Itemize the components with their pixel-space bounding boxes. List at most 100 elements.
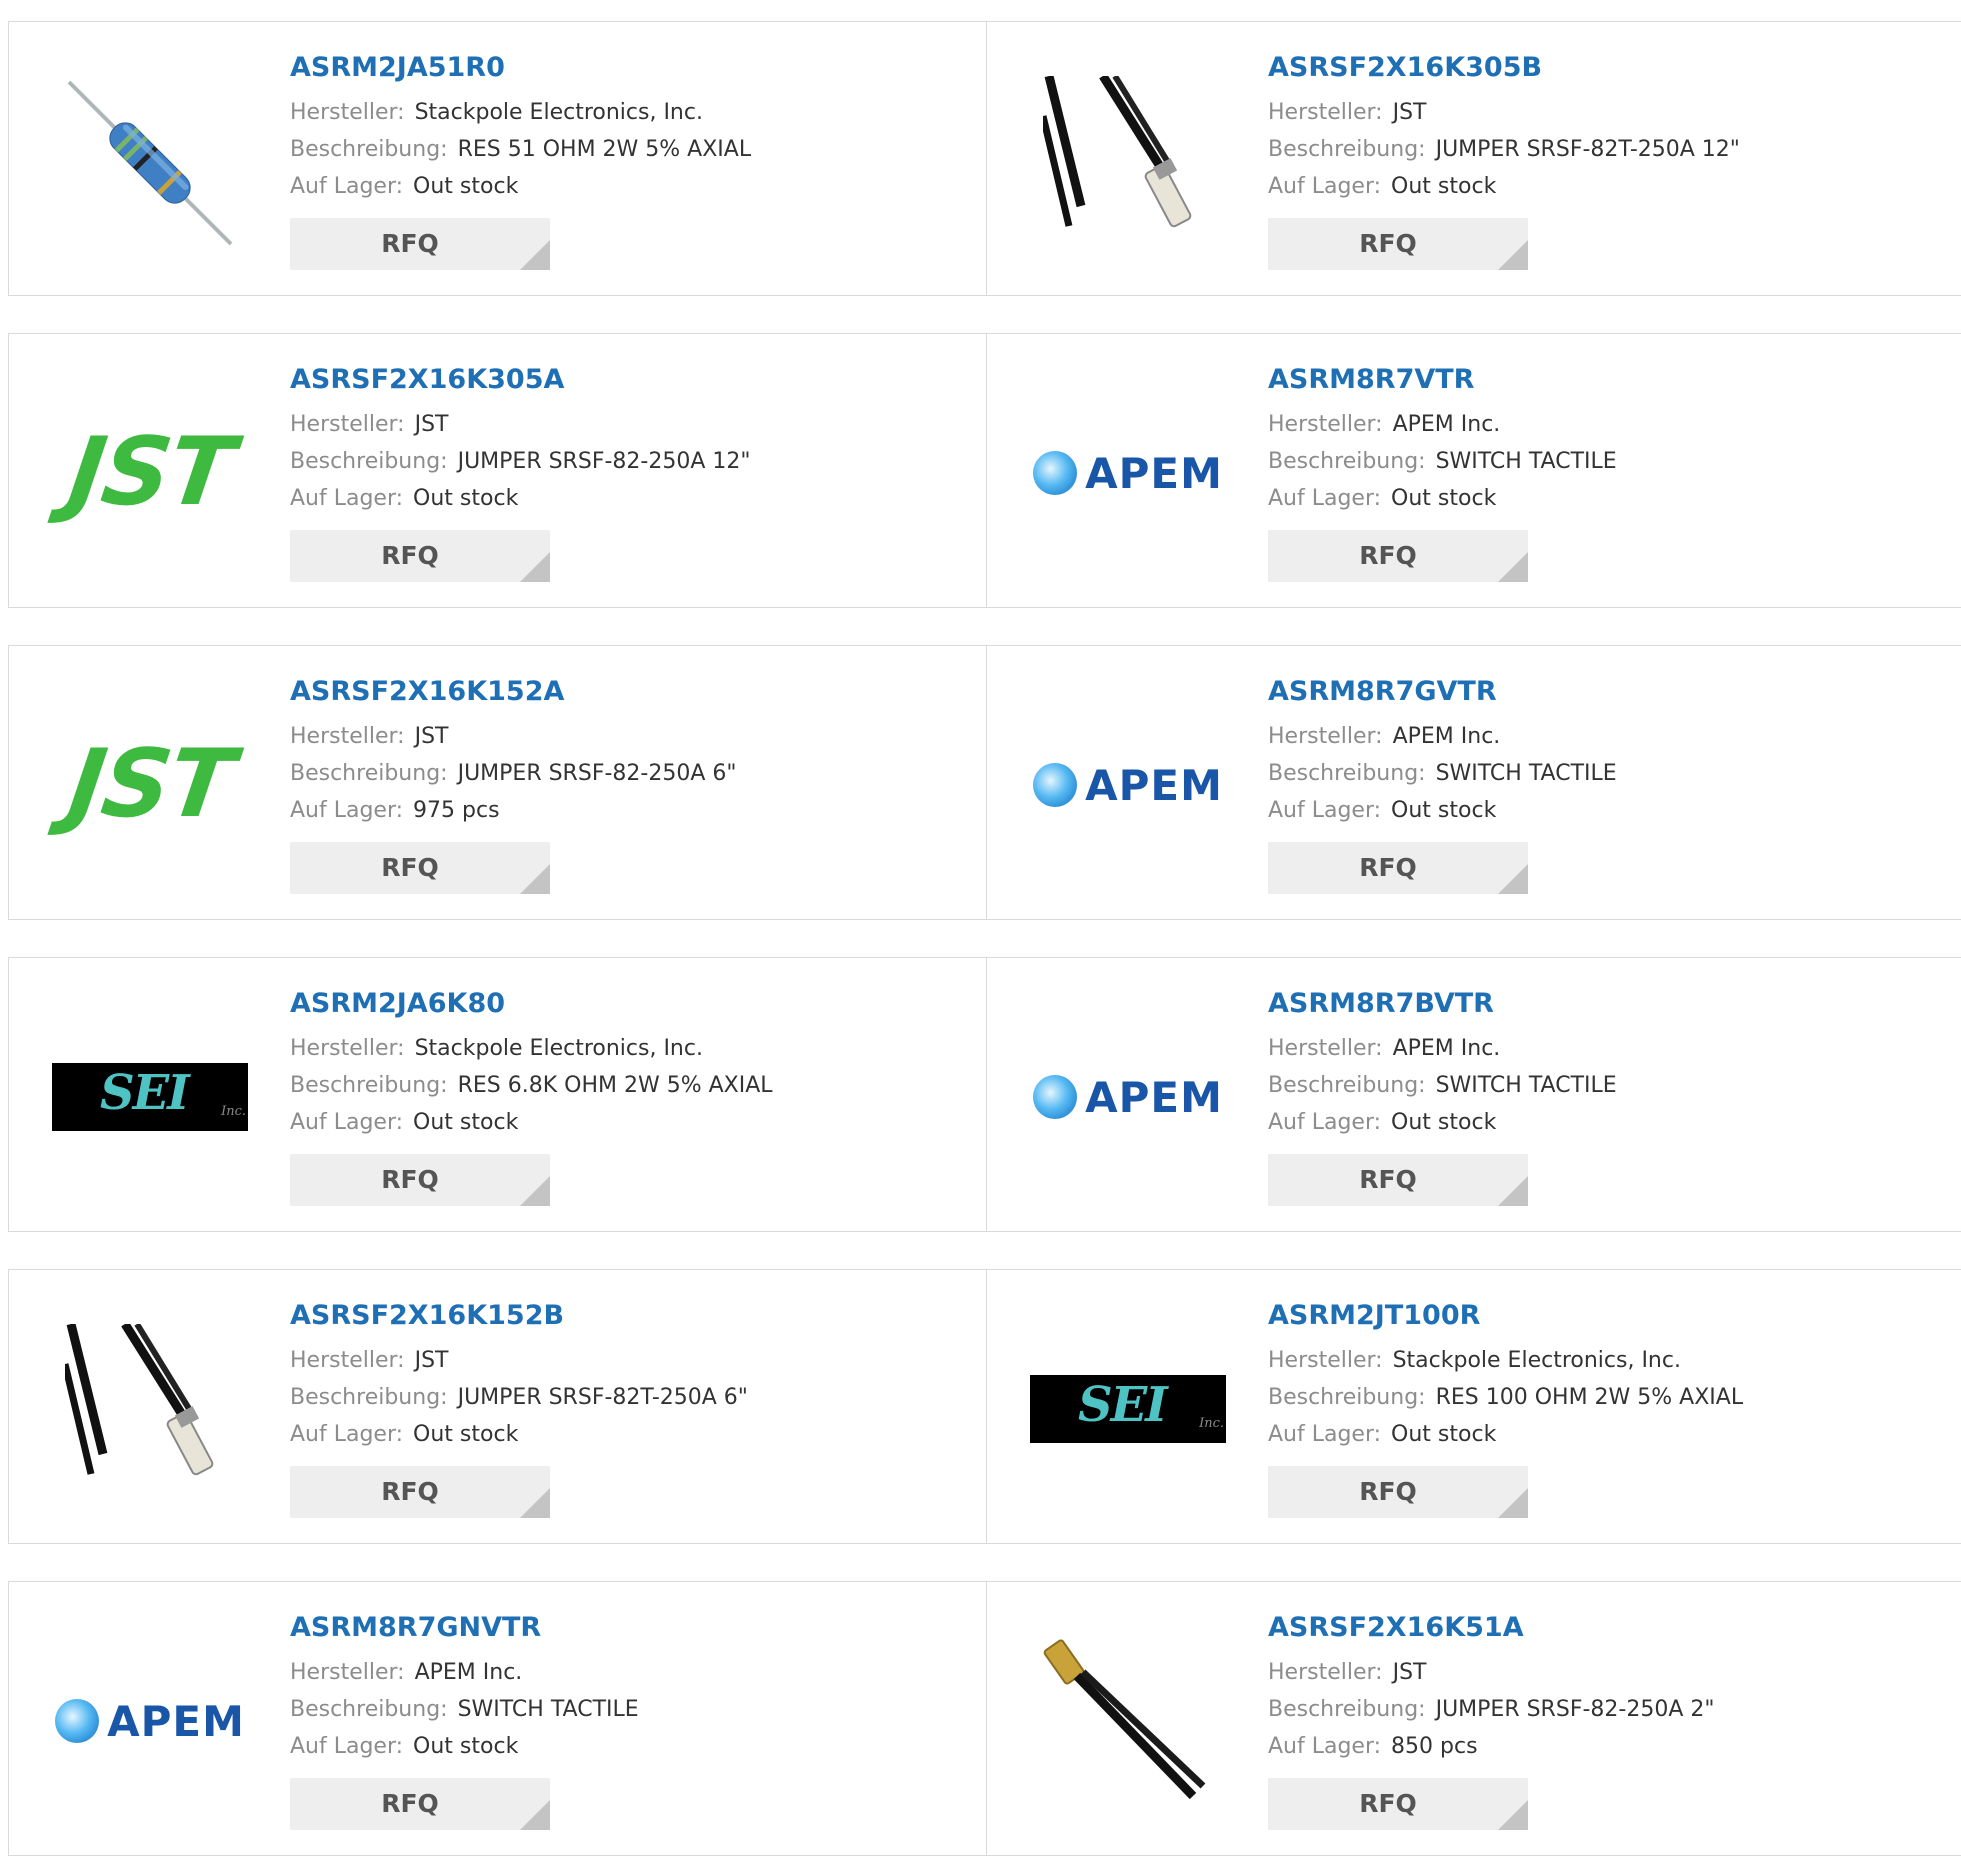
stock-line: Auf Lager: Out stock	[1268, 798, 1496, 823]
part-number-link[interactable]: ASRSF2X16K305A	[290, 364, 564, 395]
rfq-button[interactable]: RFQ	[290, 1466, 550, 1518]
apem-logo: APEM	[55, 1697, 245, 1746]
description-value: JUMPER SRSF-82T-250A 12"	[1435, 137, 1740, 162]
part-number-link[interactable]: ASRM8R7VTR	[1268, 364, 1474, 395]
stock-line: Auf Lager: 975 pcs	[290, 798, 500, 823]
stock-label: Auf Lager:	[1268, 174, 1382, 199]
product-image[interactable]	[1028, 1621, 1228, 1821]
product-card: SEI Inc. ASRM2JA6K80 Hersteller: Stackpole E…	[8, 957, 989, 1232]
rfq-button-label: RFQ	[1359, 853, 1417, 882]
apem-logo-text: APEM	[1085, 760, 1223, 810]
description-label: Beschreibung:	[290, 1073, 448, 1098]
product-image[interactable]: SEI Inc.	[1028, 1309, 1228, 1509]
description-value: SWITCH TACTILE	[1435, 449, 1617, 474]
apem-logo-text: APEM	[1085, 448, 1223, 498]
corner-triangle-icon	[520, 240, 550, 270]
manufacturer-line: Hersteller: JST	[290, 412, 448, 437]
manufacturer-label: Hersteller:	[1268, 1348, 1383, 1373]
part-number-link[interactable]: ASRM2JA51R0	[290, 52, 505, 83]
apem-circle-icon	[55, 1699, 100, 1743]
stock-value: Out stock	[1391, 1110, 1497, 1135]
product-image[interactable]: JST	[50, 373, 250, 573]
description-line: Beschreibung: SWITCH TACTILE	[1268, 1073, 1617, 1098]
stock-label: Auf Lager:	[1268, 486, 1382, 511]
description-line: Beschreibung: RES 100 OHM 2W 5% AXIAL	[1268, 1385, 1743, 1410]
manufacturer-line: Hersteller: APEM Inc.	[1268, 724, 1500, 749]
manufacturer-label: Hersteller:	[1268, 100, 1383, 125]
jumper-wire-photo-icon	[65, 1324, 214, 1476]
stock-label: Auf Lager:	[1268, 1110, 1382, 1135]
description-value: JUMPER SRSF-82-250A 6"	[457, 761, 737, 786]
part-number-link[interactable]: ASRM2JA6K80	[290, 988, 505, 1019]
product-image[interactable]	[50, 61, 250, 261]
sei-logo: SEI Inc.	[1030, 1375, 1226, 1443]
part-number-link[interactable]: ASRSF2X16K305B	[1268, 52, 1542, 83]
rfq-button[interactable]: RFQ	[290, 1154, 550, 1206]
corner-triangle-icon	[1498, 552, 1528, 582]
description-label: Beschreibung:	[1268, 449, 1426, 474]
product-image[interactable]: APEM	[1028, 373, 1228, 573]
rfq-button[interactable]: RFQ	[1268, 842, 1528, 894]
apem-logo: APEM	[1033, 1073, 1223, 1122]
product-image[interactable]: APEM	[1028, 997, 1228, 1197]
manufacturer-label: Hersteller:	[1268, 1036, 1383, 1061]
description-line: Beschreibung: SWITCH TACTILE	[1268, 449, 1617, 474]
stock-line: Auf Lager: Out stock	[290, 1110, 518, 1135]
stock-label: Auf Lager:	[1268, 798, 1382, 823]
part-number-link[interactable]: ASRSF2X16K152A	[290, 676, 564, 707]
rfq-button-label: RFQ	[1359, 541, 1417, 570]
part-number-link[interactable]: ASRM8R7GVTR	[1268, 676, 1497, 707]
apem-circle-icon	[1033, 763, 1078, 807]
rfq-button-label: RFQ	[381, 541, 439, 570]
part-number-link[interactable]: ASRM8R7BVTR	[1268, 988, 1494, 1019]
description-line: Beschreibung: JUMPER SRSF-82T-250A 12"	[1268, 137, 1740, 162]
rfq-button[interactable]: RFQ	[1268, 1466, 1528, 1518]
rfq-button[interactable]: RFQ	[290, 530, 550, 582]
corner-triangle-icon	[520, 864, 550, 894]
product-image[interactable]: SEI Inc.	[50, 997, 250, 1197]
rfq-button[interactable]: RFQ	[290, 842, 550, 894]
description-line: Beschreibung: RES 6.8K OHM 2W 5% AXIAL	[290, 1073, 773, 1098]
description-line: Beschreibung: SWITCH TACTILE	[290, 1697, 639, 1722]
stock-label: Auf Lager:	[290, 486, 404, 511]
stock-value: Out stock	[1391, 174, 1497, 199]
manufacturer-value: JST	[414, 1348, 449, 1373]
resistor-photo-icon	[67, 80, 233, 246]
manufacturer-value: Stackpole Electronics, Inc.	[1392, 1348, 1681, 1373]
description-label: Beschreibung:	[1268, 761, 1426, 786]
product-image[interactable]	[50, 1309, 250, 1509]
rfq-button[interactable]: RFQ	[1268, 1778, 1528, 1830]
stock-value: 975 pcs	[413, 798, 500, 823]
product-image[interactable]	[1028, 61, 1228, 261]
stock-label: Auf Lager:	[290, 1734, 404, 1759]
apem-circle-icon	[1033, 451, 1078, 495]
rfq-button[interactable]: RFQ	[290, 218, 550, 270]
description-label: Beschreibung:	[290, 761, 448, 786]
corner-triangle-icon	[1498, 1800, 1528, 1830]
stock-label: Auf Lager:	[290, 1110, 404, 1135]
part-number-link[interactable]: ASRSF2X16K152B	[290, 1300, 564, 1331]
part-number-link[interactable]: ASRM2JT100R	[1268, 1300, 1480, 1331]
rfq-button[interactable]: RFQ	[1268, 218, 1528, 270]
product-image[interactable]: APEM	[1028, 685, 1228, 885]
description-label: Beschreibung:	[1268, 1385, 1426, 1410]
manufacturer-label: Hersteller:	[290, 100, 405, 125]
apem-logo-text: APEM	[1085, 1072, 1223, 1122]
stock-value: Out stock	[1391, 798, 1497, 823]
rfq-button[interactable]: RFQ	[290, 1778, 550, 1830]
rfq-button-label: RFQ	[381, 1789, 439, 1818]
manufacturer-value: Stackpole Electronics, Inc.	[414, 1036, 703, 1061]
product-card: JST ASRSF2X16K152A Hersteller: JST Beschreib…	[8, 645, 989, 920]
stock-label: Auf Lager:	[290, 798, 404, 823]
product-image[interactable]: JST	[50, 685, 250, 885]
product-image[interactable]: APEM	[50, 1621, 250, 1821]
rfq-button[interactable]: RFQ	[1268, 1154, 1528, 1206]
description-label: Beschreibung:	[1268, 1073, 1426, 1098]
stock-line: Auf Lager: Out stock	[290, 486, 518, 511]
part-number-link[interactable]: ASRSF2X16K51A	[1268, 1612, 1524, 1643]
part-number-link[interactable]: ASRM8R7GNVTR	[290, 1612, 541, 1643]
stock-value: Out stock	[1391, 486, 1497, 511]
corner-triangle-icon	[1498, 1176, 1528, 1206]
manufacturer-value: APEM Inc.	[414, 1660, 523, 1685]
rfq-button[interactable]: RFQ	[1268, 530, 1528, 582]
